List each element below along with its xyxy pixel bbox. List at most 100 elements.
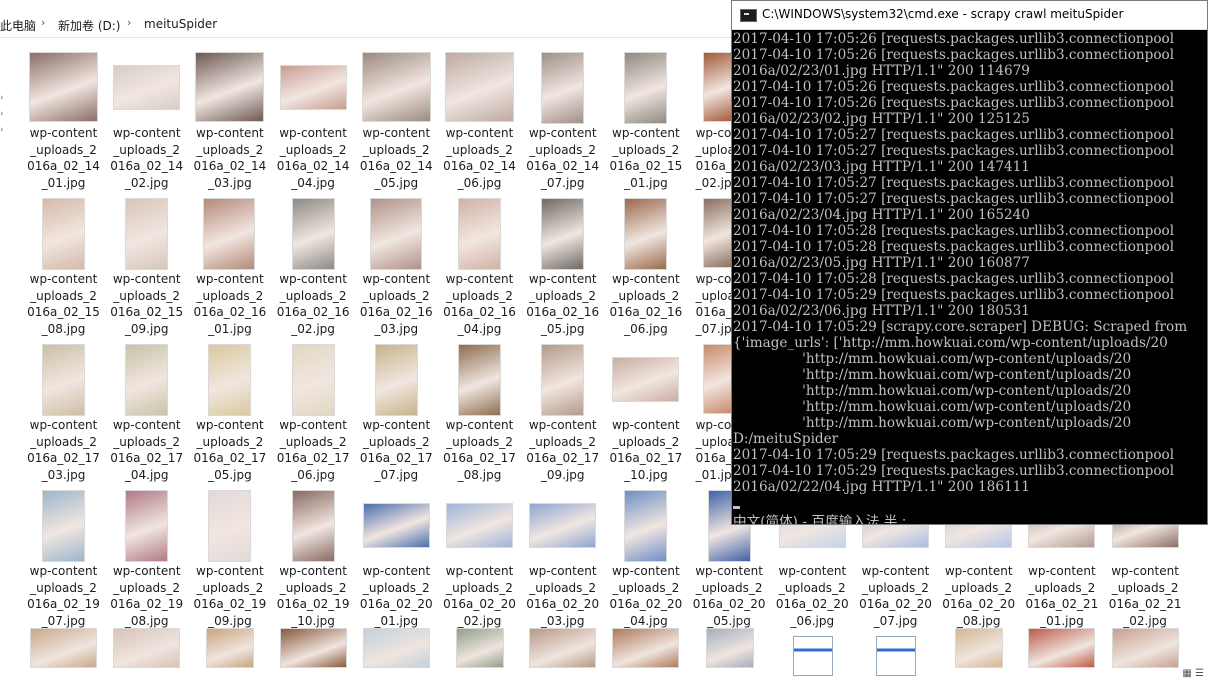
file-name: wp-content _uploads_2 016a_02_19 _10.jpg <box>272 563 355 629</box>
file-item-partial[interactable] <box>876 636 916 676</box>
file-item[interactable]: wp-content _uploads_2 016a_02_15 _08.jpg <box>22 194 105 340</box>
file-item[interactable]: wp-content _uploads_2 016a_02_16 _01.jpg <box>188 194 271 340</box>
file-name-line: _uploads_2 <box>446 142 513 157</box>
file-name-line: _uploads_2 <box>30 288 97 303</box>
file-name: wp-content _uploads_2 016a_02_16 _06.jpg <box>604 271 687 337</box>
image-thumbnail <box>291 490 335 562</box>
file-name-line: _uploads_2 <box>446 434 513 449</box>
file-name-line: 016a_02_14 <box>27 159 100 173</box>
file-name: wp-content _uploads_2 016a_02_20 _05.jpg <box>688 563 771 629</box>
file-item[interactable]: wp-content _uploads_2 016a_02_14 _06.jpg <box>438 48 521 194</box>
file-item[interactable]: wp-content _uploads_2 016a_02_14 _02.jpg <box>105 48 188 194</box>
file-item[interactable]: wp-content _uploads_2 016a_02_15 _01.jpg <box>604 48 687 194</box>
file-item[interactable]: wp-content _uploads_2 016a_02_19 _10.jpg <box>272 486 355 632</box>
file-item[interactable]: wp-content _uploads_2 016a_02_17 _04.jpg <box>105 340 188 486</box>
chevron-right-icon[interactable]: › <box>127 16 131 29</box>
file-name-line: wp-content <box>362 418 431 432</box>
file-item[interactable]: wp-content _uploads_2 016a_02_17 _08.jpg <box>438 340 521 486</box>
file-item-partial[interactable] <box>792 636 833 676</box>
file-name: wp-content _uploads_2 016a_02_14 _04.jpg <box>272 125 355 191</box>
file-item[interactable]: wp-content _uploads_2 016a_02_16 _04.jpg <box>438 194 521 340</box>
file-name: wp-content _uploads_2 016a_02_15 _01.jpg <box>604 125 687 191</box>
file-name-line: 016a_02_20 <box>942 597 1016 611</box>
file-name-line: _04.jpg <box>124 467 169 482</box>
file-name-line: _uploads_2 <box>529 288 597 303</box>
file-name-line: wp-content <box>29 418 98 432</box>
file-item[interactable]: wp-content _uploads_2 016a_02_17 _10.jpg <box>604 340 687 486</box>
file-name-line: 016a_02_20 <box>443 597 516 611</box>
file-name-line: wp-content <box>112 564 181 578</box>
file-item[interactable]: wp-content _uploads_2 016a_02_17 _03.jpg <box>22 340 105 486</box>
file-item[interactable]: wp-content _uploads_2 016a_02_16 _03.jpg <box>355 194 438 340</box>
file-item[interactable]: wp-content _uploads_2 016a_02_16 _05.jpg <box>521 194 604 340</box>
file-name-line: _uploads_2 <box>196 288 264 303</box>
file-item[interactable]: wp-content _uploads_2 016a_02_14 _07.jpg <box>521 48 604 194</box>
file-name-line: _uploads_2 <box>113 288 181 303</box>
file-name-line: _uploads_2 <box>446 288 513 303</box>
file-name-line: _06.jpg <box>291 467 335 482</box>
cmd-titlebar[interactable]: C:\WINDOWS\system32\cmd.exe - scrapy cra… <box>732 1 1207 30</box>
file-name-line: 016a_02_17 <box>359 451 433 465</box>
file-item[interactable]: wp-content _uploads_2 016a_02_19 _08.jpg <box>105 486 188 632</box>
file-item-partial[interactable] <box>456 628 504 668</box>
chevron-right-icon[interactable]: › <box>0 106 6 122</box>
file-name-line: wp-content <box>362 272 431 286</box>
file-name-line: 016a_02_16 <box>443 305 516 319</box>
file-name: wp-content _uploads_2 016a_02_17 _06.jpg <box>272 417 355 483</box>
file-item[interactable]: wp-content _uploads_2 016a_02_20 _01.jpg <box>355 486 438 632</box>
file-item[interactable]: wp-content _uploads_2 016a_02_14 _01.jpg <box>22 48 105 194</box>
file-item-partial[interactable] <box>279 628 347 668</box>
image-thumbnail <box>702 198 733 268</box>
file-item[interactable]: wp-content _uploads_2 016a_02_17 _05.jpg <box>188 340 271 486</box>
file-name-line: wp-content <box>279 126 347 140</box>
file-item[interactable]: wp-content _uploads_2 016a_02_20 _03.jpg <box>521 486 604 632</box>
breadcrumb-this-pc[interactable]: 此电脑 <box>0 17 36 34</box>
chevron-right-icon[interactable]: › <box>0 90 6 106</box>
file-item-partial[interactable] <box>206 628 255 668</box>
file-item[interactable]: wp-content _uploads_2 016a_02_14 _05.jpg <box>355 48 438 194</box>
file-item[interactable]: wp-content _uploads_2 016a_02_15 _09.jpg <box>105 194 188 340</box>
file-name-line: wp-content <box>445 564 514 578</box>
image-thumbnail <box>446 503 513 548</box>
file-name-line: wp-content <box>612 564 680 578</box>
image-thumbnail <box>702 344 733 414</box>
file-item[interactable]: wp-content _uploads_2 016a_02_19 _07.jpg <box>22 486 105 632</box>
file-name-line: _uploads_2 <box>279 288 347 303</box>
file-item[interactable]: wp-content _uploads_2 016a_02_17 _09.jpg <box>521 340 604 486</box>
file-item-partial[interactable] <box>955 628 1004 668</box>
file-name-line: wp-content <box>944 564 1013 578</box>
file-item[interactable]: wp-content _uploads_2 016a_02_20 _02.jpg <box>438 486 521 632</box>
file-item-partial[interactable] <box>612 628 680 668</box>
file-item-partial[interactable] <box>362 628 430 668</box>
cmd-window[interactable]: C:\WINDOWS\system32\cmd.exe - scrapy cra… <box>731 0 1208 525</box>
file-item[interactable]: wp-content _uploads_2 016a_02_17 _06.jpg <box>272 340 355 486</box>
file-item[interactable]: wp-content _uploads_2 016a_02_16 _02.jpg <box>272 194 355 340</box>
file-item[interactable]: wp-content _uploads_2 016a_02_14 _03.jpg <box>188 48 271 194</box>
file-item-partial[interactable] <box>705 628 754 668</box>
chevron-right-icon[interactable]: › <box>41 16 45 29</box>
file-name-line: _uploads_2 <box>612 142 680 157</box>
breadcrumb-drive-d[interactable]: 新加卷 (D:) <box>58 17 120 34</box>
file-name-line: _08.jpg <box>956 613 1001 628</box>
file-item[interactable]: wp-content _uploads_2 016a_02_14 _04.jpg <box>272 48 355 194</box>
view-toggle-icons[interactable]: ▦ ☰ <box>1182 668 1204 679</box>
file-name: wp-content _uploads_2 016a_02_16 _04.jpg <box>438 271 521 337</box>
console-line: 2017-04-10 17:05:27 [requests.packages.u… <box>733 143 1175 159</box>
file-item-partial[interactable] <box>529 628 597 668</box>
file-name: wp-content _uploads_2 016a_02_17 _05.jpg <box>188 417 271 483</box>
file-item-partial[interactable] <box>30 628 97 668</box>
file-item[interactable]: wp-content _uploads_2 016a_02_20 _04.jpg <box>604 486 687 632</box>
chevron-right-icon[interactable]: › <box>0 122 6 138</box>
image-thumbnail <box>125 198 169 270</box>
file-item-partial[interactable] <box>113 628 181 668</box>
file-item-partial[interactable] <box>1111 628 1179 668</box>
file-item-partial[interactable] <box>1028 628 1096 668</box>
file-name-line: _05.jpg <box>707 613 751 628</box>
file-name-line: _03.jpg <box>208 175 252 190</box>
file-item[interactable]: wp-content _uploads_2 016a_02_17 _07.jpg <box>355 340 438 486</box>
file-name: wp-content _uploads_2 016a_02_16 _03.jpg <box>355 271 438 337</box>
file-item[interactable]: wp-content _uploads_2 016a_02_16 _06.jpg <box>604 194 687 340</box>
breadcrumb-meituspider[interactable]: meituSpider <box>144 17 217 31</box>
file-item[interactable]: wp-content _uploads_2 016a_02_19 _09.jpg <box>188 486 271 632</box>
file-name-line: _04.jpg <box>457 321 502 336</box>
